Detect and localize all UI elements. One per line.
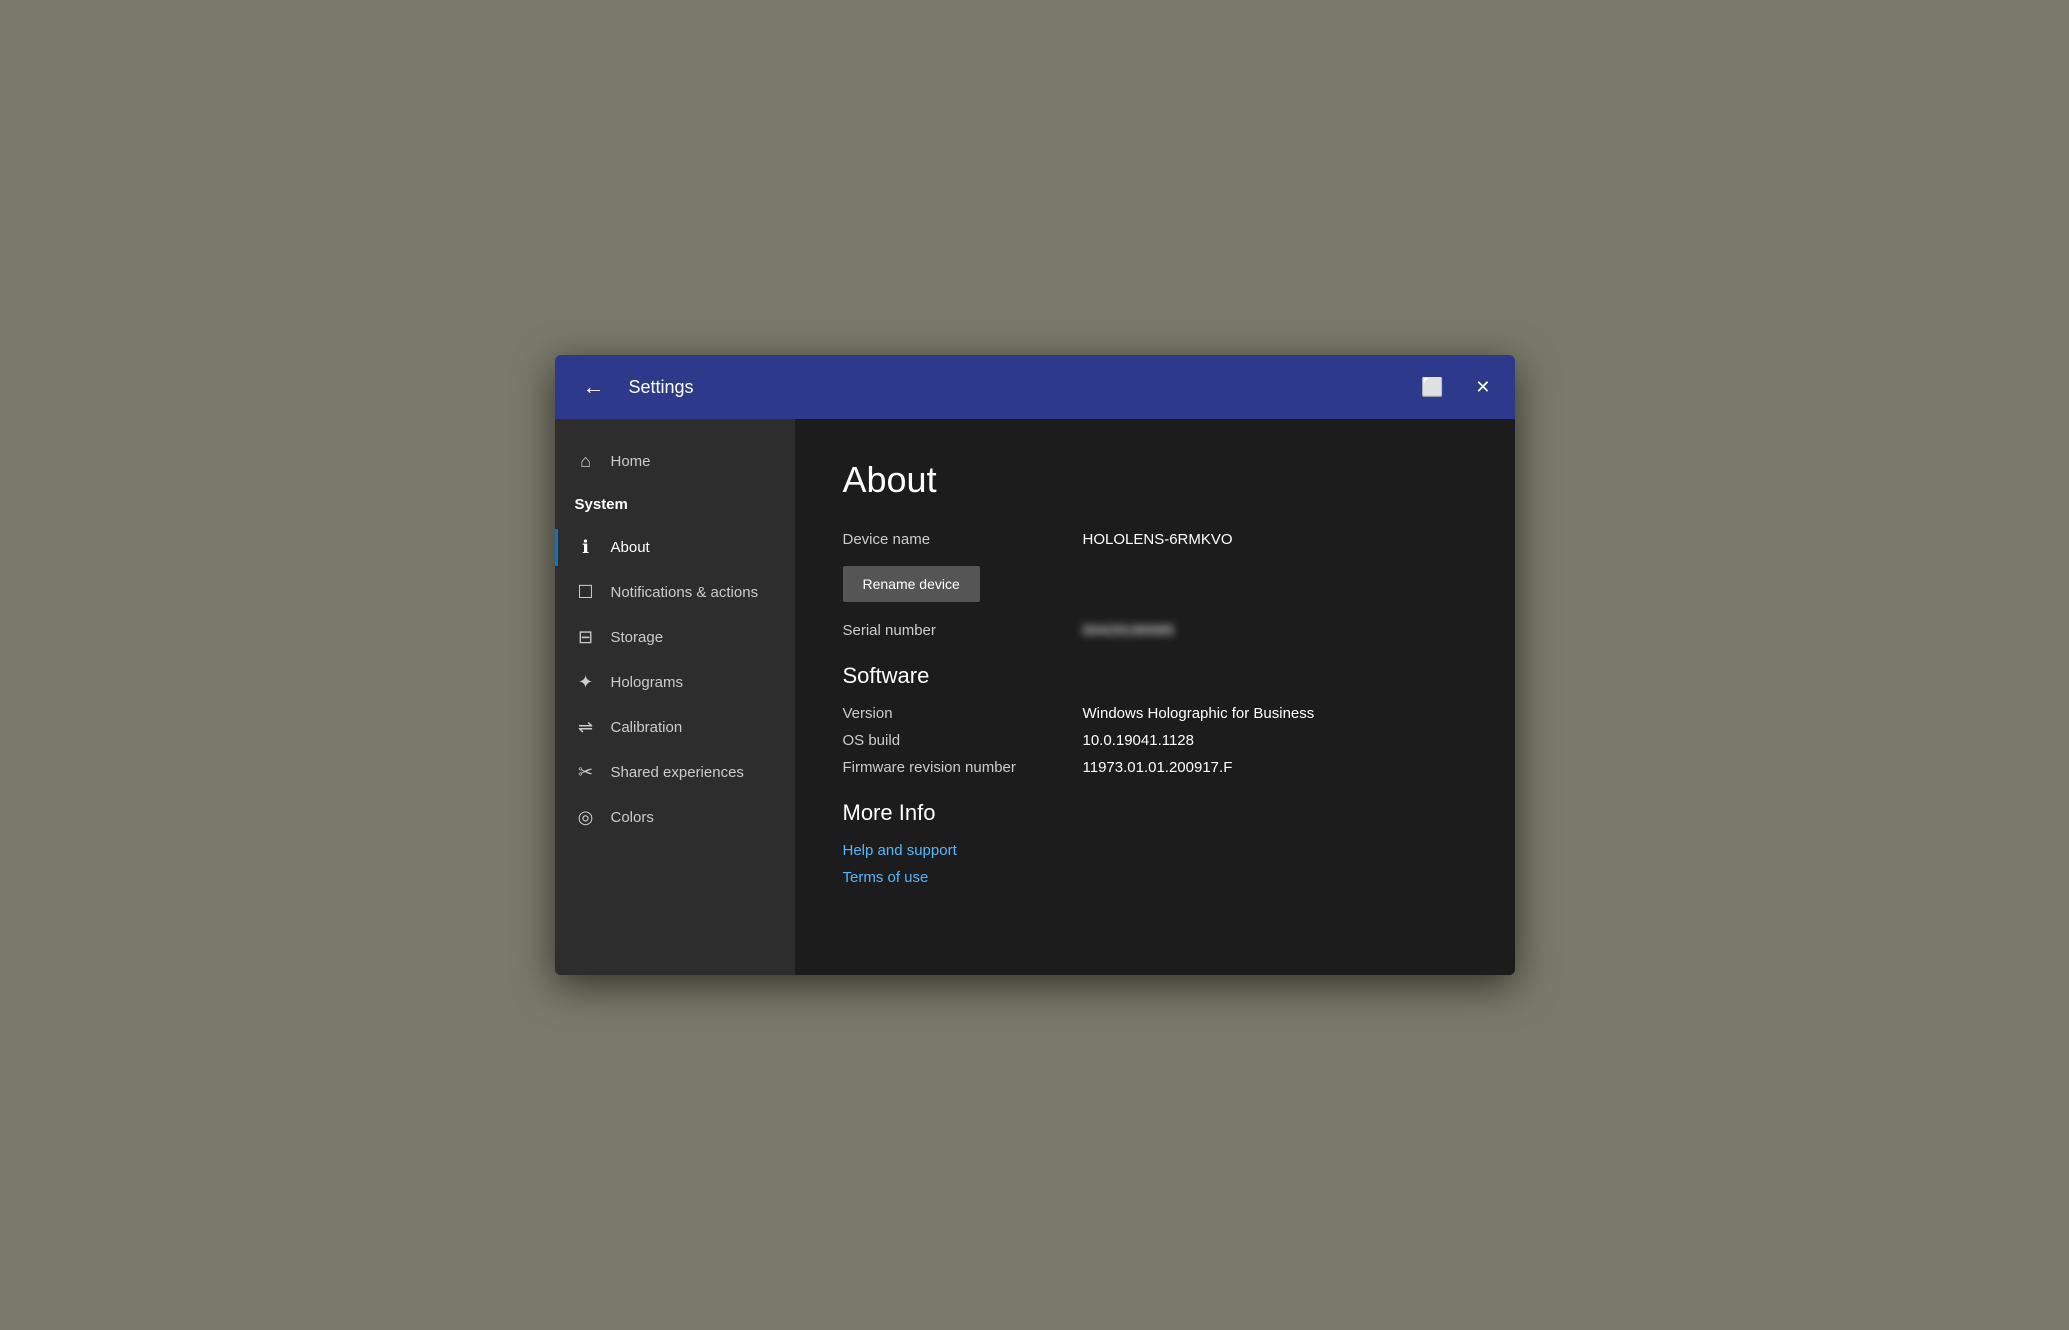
rename-device-button[interactable]: Rename device	[843, 566, 980, 602]
sidebar-item-storage[interactable]: ⊟ Storage	[555, 615, 795, 660]
serial-number-label: Serial number	[843, 622, 1083, 639]
main-content: About Device name HOLOLENS-6RMKVO Rename…	[795, 419, 1515, 975]
system-label: System	[575, 496, 628, 513]
sidebar-item-storage-label: Storage	[611, 629, 664, 646]
sidebar-item-shared[interactable]: ✂ Shared experiences	[555, 750, 795, 795]
version-label: Version	[843, 705, 1083, 722]
close-button[interactable]: ✕	[1471, 374, 1494, 400]
sidebar-item-about-label: About	[611, 539, 650, 556]
colors-icon: ◎	[575, 807, 597, 828]
os-build-label: OS build	[843, 732, 1083, 749]
back-button[interactable]: ←	[575, 372, 613, 402]
sidebar-item-home-label: Home	[611, 453, 651, 470]
page-title: About	[843, 459, 1467, 501]
sidebar-item-home[interactable]: ⌂ Home	[555, 439, 795, 484]
notifications-icon: ☐	[575, 582, 597, 603]
version-value: Windows Holographic for Business	[1083, 705, 1315, 722]
calibration-icon: ⇌	[575, 717, 597, 738]
shared-icon: ✂	[575, 762, 597, 783]
sidebar-item-notifications[interactable]: ☐ Notifications & actions	[555, 570, 795, 615]
sidebar-item-colors[interactable]: ◎ Colors	[555, 795, 795, 840]
firmware-value: 11973.01.01.200917.F	[1083, 759, 1233, 776]
device-name-value: HOLOLENS-6RMKVO	[1083, 531, 1233, 548]
titlebar: ← Settings ⬜ ✕	[555, 355, 1515, 419]
sidebar-item-calibration-label: Calibration	[611, 719, 683, 736]
more-info-title: More Info	[843, 800, 1467, 826]
help-and-support-link[interactable]: Help and support	[843, 842, 1467, 859]
sidebar: ⌂ Home System ℹ About ☐ Notifications & …	[555, 419, 795, 975]
titlebar-controls: ⬜ ✕	[1417, 374, 1495, 400]
titlebar-title: Settings	[629, 377, 1401, 398]
device-name-label: Device name	[843, 531, 1083, 548]
about-icon: ℹ	[575, 537, 597, 558]
holograms-icon: ✦	[575, 672, 597, 693]
serial-number-row: Serial number 00429190065	[843, 622, 1467, 639]
sidebar-section-system: System	[555, 484, 795, 525]
software-section-title: Software	[843, 663, 1467, 689]
storage-icon: ⊟	[575, 627, 597, 648]
serial-number-value: 00429190065	[1083, 622, 1175, 639]
sidebar-item-calibration[interactable]: ⇌ Calibration	[555, 705, 795, 750]
home-icon: ⌂	[575, 451, 597, 472]
window-icon-button[interactable]: ⬜	[1417, 374, 1447, 400]
version-row: Version Windows Holographic for Business	[843, 705, 1467, 722]
os-build-row: OS build 10.0.19041.1128	[843, 732, 1467, 749]
sidebar-item-colors-label: Colors	[611, 809, 654, 826]
content-area: ⌂ Home System ℹ About ☐ Notifications & …	[555, 419, 1515, 975]
settings-window: ← Settings ⬜ ✕ ⌂ Home System ℹ About ☐ N…	[555, 355, 1515, 975]
sidebar-item-holograms-label: Holograms	[611, 674, 684, 691]
sidebar-item-holograms[interactable]: ✦ Holograms	[555, 660, 795, 705]
firmware-row: Firmware revision number 11973.01.01.200…	[843, 759, 1467, 776]
terms-of-use-link[interactable]: Terms of use	[843, 869, 1467, 886]
sidebar-item-shared-label: Shared experiences	[611, 764, 744, 781]
sidebar-item-about[interactable]: ℹ About	[555, 525, 795, 570]
os-build-value: 10.0.19041.1128	[1083, 732, 1195, 749]
sidebar-item-notifications-label: Notifications & actions	[611, 584, 759, 601]
device-name-row: Device name HOLOLENS-6RMKVO	[843, 531, 1467, 548]
firmware-label: Firmware revision number	[843, 759, 1083, 776]
